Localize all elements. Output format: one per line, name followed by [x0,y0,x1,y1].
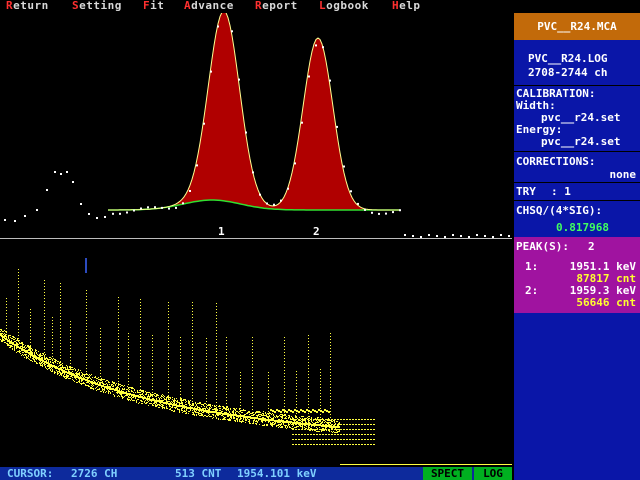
menu-help[interactable]: Help [392,0,421,12]
menu-bar: Return Setting Fit Advance Report Logboo… [0,0,512,13]
chisq-label: CHSQ/(4*SIG): [516,204,603,217]
cursor-energy: 1954.101 keV [237,467,317,480]
spectrum-plot[interactable] [0,239,512,467]
info-separator [514,85,640,86]
energy-file: pvc__r24.set [541,135,621,148]
peaks-count-label: PEAK(S): [516,240,569,253]
fit-info-panel: PVC__R24.LOG 2708-2744 ch CALIBRATION: W… [514,40,640,237]
peak-fit-plot[interactable]: 1 2 [0,13,512,238]
channel-range: 2708-2744 ch [528,66,608,79]
peak-label-2: 2 [313,225,320,238]
spectrum-data-points [0,269,512,465]
peak-label-1: 1 [218,225,225,238]
menu-setting[interactable]: Setting [72,0,122,12]
tab-log[interactable]: LOG [474,467,512,480]
chisq-value: 0.817968 [556,221,609,234]
peaks-panel: PEAK(S): 2 1: 1951.1 keV 87817 cnt 2: 19… [514,237,640,313]
log-file-name: PVC__R24.LOG [528,52,608,65]
peak-1-index: 1: [525,260,539,273]
try-value: : 1 [551,185,571,198]
peak-fit-area [108,13,400,211]
info-separator [514,200,640,201]
peak-2-index: 2: [525,284,539,297]
menu-return[interactable]: Return [6,0,49,12]
cursor-counts: 513 CNT [175,467,222,480]
corrections-label: CORRECTIONS: [516,155,596,168]
menu-advance[interactable]: Advance [184,0,234,12]
menu-logbook[interactable]: Logbook [319,0,369,12]
peaks-count: 2 [588,240,595,253]
tab-spect[interactable]: SPECT [423,467,472,480]
corrections-value: none [609,168,637,181]
menu-report[interactable]: Report [255,0,298,12]
cursor-channel: 2726 CH [71,467,118,480]
panel-filler [514,313,640,480]
try-label: TRY [516,185,536,198]
info-separator [514,182,640,183]
file-title: PVC__R24.MCA [514,13,640,40]
info-separator [514,151,640,152]
cursor-label: CURSOR: [7,467,54,480]
menu-fit[interactable]: Fit [143,0,164,12]
peak-2-counts: 56646 cnt [576,296,636,309]
